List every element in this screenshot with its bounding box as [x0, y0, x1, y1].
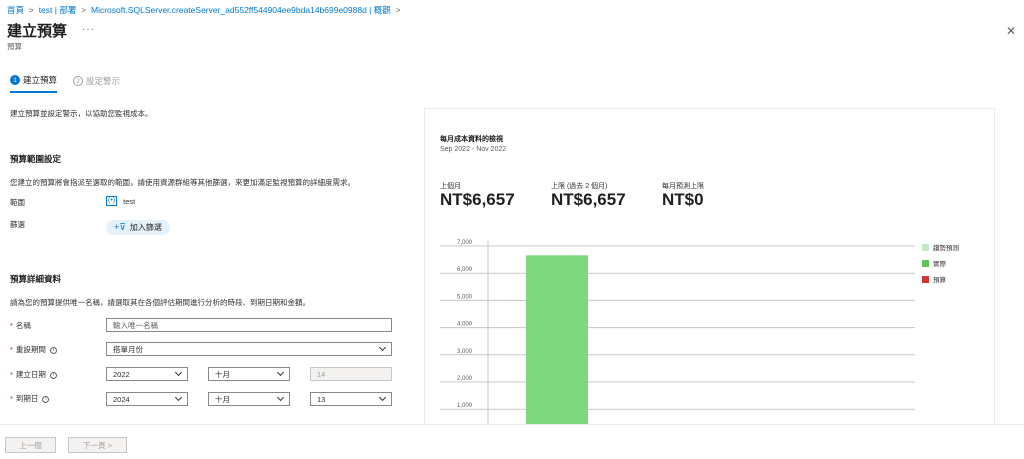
next-button[interactable]: 下一頁 > [68, 437, 127, 453]
scope-heading: 預算範圍設定 [10, 154, 62, 164]
page-title: 建立預算 [7, 23, 68, 40]
name-label: * 名稱 [10, 321, 31, 330]
tab-set-alerts[interactable]: 2 設定警示 [73, 74, 120, 93]
y-tick-label: 2,000 [457, 376, 473, 382]
info-icon[interactable]: i [49, 371, 57, 379]
page-subtitle: 預算 [7, 42, 22, 51]
legend-swatch [922, 275, 929, 283]
cost-chart: 7,000 6,000 5,000 4,000 3,000 2,000 1,000 [440, 240, 915, 439]
expire-day-value: 13 [317, 394, 326, 404]
scope-value[interactable]: (•) test [106, 196, 135, 206]
breadcrumb-overview[interactable]: Microsoft.SQLServer.createServer_ad552ff… [91, 4, 391, 16]
legend-item[interactable]: 預算 [922, 274, 959, 284]
y-tick-label: 5,000 [457, 294, 473, 300]
legend-swatch [922, 243, 929, 251]
legend-label: 實際 [933, 261, 946, 268]
chevron-right-icon: > [395, 5, 401, 15]
chevron-right-icon: > [29, 5, 34, 15]
step-number: 1 [10, 75, 20, 85]
step-label: 設定警示 [86, 76, 121, 86]
wizard-steps: 1 建立預算 2 設定警示 [10, 74, 120, 93]
resource-group-icon: (•) [106, 196, 118, 206]
panel-range: Sep 2022 - Nov 2022 [440, 146, 507, 153]
expire-date-label: * 到期日 i [10, 393, 50, 404]
more-options-button[interactable]: ··· [82, 24, 95, 35]
legend-label: 趨勢預測 [933, 245, 959, 252]
y-tick-label: 1,000 [457, 403, 473, 409]
details-heading: 預算詳細資料 [10, 274, 62, 284]
create-month-value: 十月 [215, 369, 230, 379]
legend-item[interactable]: 趨勢預測 [922, 242, 959, 252]
expire-month-value: 十月 [215, 394, 230, 404]
scope-value-text: test [123, 196, 136, 206]
details-description: 請為您的預算提供唯一名稱，請選取其在各個評估期間進行分析的時段、到期日期和金額。 [10, 298, 310, 307]
breadcrumb-home[interactable]: 首頁 [7, 4, 24, 16]
scope-description: 您建立的預算將會指派至選取的範圍，請使用資源群組等其他篩選，來更加滿足監視預算的… [10, 178, 355, 187]
scope-label: 範圍 [10, 198, 25, 207]
stat-last-month-value: NT$6,657 [440, 190, 515, 209]
legend-swatch [922, 259, 929, 267]
breadcrumb: 首頁 > test | 部署 > Microsoft.SQLServer.cre… [7, 4, 400, 16]
bar-actual[interactable] [526, 255, 588, 439]
stat-forecast-value: NT$0 [662, 190, 704, 209]
add-filter-label: 加入篩選 [129, 223, 162, 232]
expire-day-select[interactable]: 13 [310, 392, 392, 406]
filter-label: 篩選 [10, 220, 25, 229]
reset-period-label: * 重設期間 i [10, 344, 57, 355]
add-filter-icon: +⊽ [114, 222, 126, 232]
info-icon[interactable]: i [42, 395, 50, 403]
create-day-field: 14 [310, 367, 392, 381]
step-label: 建立預算 [23, 75, 58, 85]
create-date-label: * 建立日期 i [10, 369, 57, 380]
chevron-down-icon [276, 393, 285, 402]
reset-period-value: 搭單月份 [113, 344, 143, 354]
cost-preview-panel: 每月成本資料的檢視 Sep 2022 - Nov 2022 上個月 NT$6,6… [424, 108, 995, 439]
y-tick-label: 6,000 [457, 267, 473, 273]
chevron-down-icon [276, 368, 285, 377]
chart-legend: 趨勢預測 實際 預算 [922, 242, 959, 284]
expire-year-value: 2024 [113, 394, 130, 404]
breadcrumb-deployment[interactable]: test | 部署 [39, 4, 77, 16]
stat-max-value: NT$6,657 [551, 190, 626, 209]
y-tick-label: 4,000 [457, 322, 473, 328]
panel-title: 每月成本資料的檢視 [440, 136, 503, 143]
y-tick-label: 3,000 [457, 349, 473, 355]
expire-year-select[interactable]: 2024 [106, 392, 188, 406]
chevron-down-icon [378, 343, 387, 352]
intro-text: 建立預算並設定警示，以協助您監視成本。 [10, 109, 153, 118]
expire-month-select[interactable]: 十月 [208, 392, 290, 406]
chevron-right-icon: > [81, 5, 86, 15]
legend-label: 預算 [933, 277, 946, 284]
close-icon[interactable]: ✕ [1006, 24, 1016, 38]
step-number: 2 [73, 76, 84, 86]
legend-item[interactable]: 實際 [922, 258, 959, 268]
previous-button[interactable]: 上一個 [5, 437, 56, 453]
tab-create-budget[interactable]: 1 建立預算 [10, 74, 58, 93]
name-input[interactable]: 輸入唯一名稱 [106, 318, 392, 332]
chevron-down-icon [174, 368, 183, 377]
create-year-select[interactable]: 2022 [106, 367, 188, 381]
reset-period-select[interactable]: 搭單月份 [106, 342, 392, 356]
info-icon[interactable]: i [49, 346, 57, 354]
create-year-value: 2022 [113, 369, 130, 379]
chevron-down-icon [174, 393, 183, 402]
y-tick-label: 7,000 [457, 240, 473, 246]
create-month-select[interactable]: 十月 [208, 367, 290, 381]
chevron-down-icon [378, 393, 387, 402]
footer-bar: 上一個 下一頁 > [0, 424, 1024, 459]
add-filter-button[interactable]: +⊽ 加入篩選 [106, 220, 170, 235]
